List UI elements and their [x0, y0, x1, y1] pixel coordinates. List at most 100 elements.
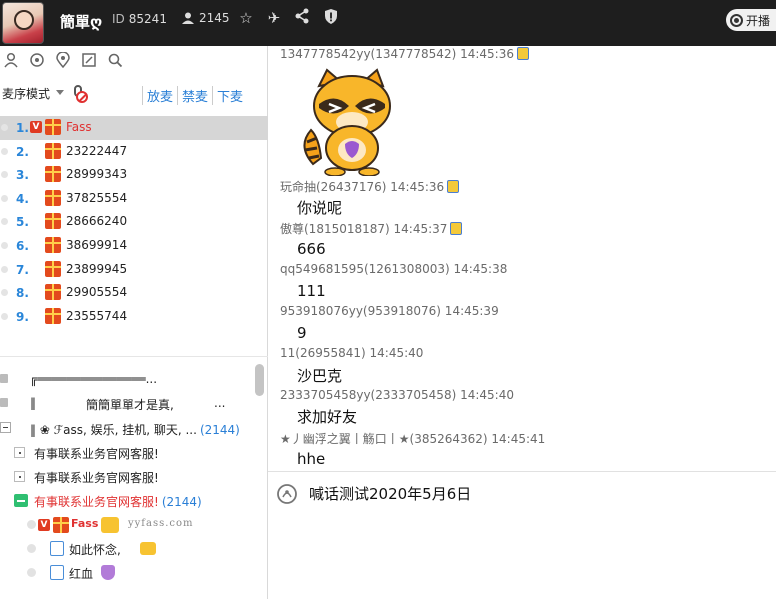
gift-icon — [45, 307, 61, 324]
chat-sender[interactable]: 傲尊(1815018187) 14:45:37 — [280, 222, 447, 236]
mic-mode-bar: 麦序模式 放麦 禁麦 下麦 — [0, 82, 268, 106]
channel-row[interactable]: ‖ ❀ ℱass, 娱乐, 挂机, 聊天, ... (2144) — [0, 417, 255, 441]
chat-input-area[interactable] — [270, 517, 776, 599]
gift-icon — [45, 284, 61, 301]
chat-sender[interactable]: 1347778542yy(1347778542) 14:45:36 — [280, 47, 514, 61]
edit-board-icon[interactable] — [80, 52, 97, 69]
status-dot — [1, 312, 8, 320]
sub-channel-row-active[interactable]: 有事联系业务官网客服! (2144) — [0, 489, 255, 513]
avatar[interactable] — [2, 2, 44, 44]
chat-message-header: 953918076yy(953918076) 14:45:39 — [280, 304, 499, 318]
refresh-icon[interactable] — [28, 52, 45, 69]
member-name: Fass — [71, 517, 99, 530]
queue-number: 7. — [16, 262, 29, 277]
queue-item[interactable]: 5. 28666240 — [0, 210, 268, 234]
queue-user-name: 37825554 — [66, 190, 128, 205]
channel-count: (2144) — [199, 423, 240, 437]
queue-item[interactable]: 9. 23555744 — [0, 305, 268, 329]
sub-channel-name: 有事联系业务官网客服! — [34, 447, 159, 461]
queue-user-name: 28999343 — [66, 167, 128, 182]
chat-message-header: ★丿幽浮之翼丨觞口丨★(385264362) 14:45:41 — [280, 430, 545, 447]
mic-queue: 1. V Fass 2. 23222447 3. 28999343 4. 378… — [0, 116, 268, 328]
sub-channel-row[interactable]: 有事联系业务官网客服! — [0, 465, 255, 489]
chat-sender[interactable]: qq549681595(1261308003) 14:45:38 — [280, 262, 507, 276]
badge-icon — [447, 180, 460, 193]
collapse-icon[interactable] — [0, 422, 11, 433]
chat-message-body: 沙巴克 — [297, 367, 343, 385]
queue-user-name: 28666240 — [66, 214, 128, 229]
status-dot — [1, 289, 8, 297]
shout-message: 喊话测试2020年5月6日 — [309, 485, 472, 503]
leave-mic-link[interactable]: 下麦 — [212, 86, 247, 105]
queue-item[interactable]: 6. 38699914 — [0, 234, 268, 258]
lock-icon — [0, 398, 8, 407]
airplane-icon[interactable]: ✈ — [264, 8, 284, 28]
chat-sender[interactable]: ★丿幽浮之翼丨觞口丨★(385264362) 14:45:41 — [280, 432, 545, 446]
chat-message-body: 9 — [297, 324, 307, 342]
chat-area: 1347778542yy(1347778542) 14:45:36 玩命抽(26… — [270, 46, 776, 471]
member-row[interactable]: V Fass yyfass.com — [0, 513, 255, 537]
chat-sender[interactable]: 玩命抽(26437176) 14:45:36 — [280, 180, 444, 194]
queue-item[interactable]: 4. 37825554 — [0, 187, 268, 211]
badge-icon — [516, 47, 529, 60]
queue-user-name: 23555744 — [66, 308, 128, 323]
queue-number: 1. — [16, 121, 29, 135]
queue-item[interactable]: 3. 28999343 — [0, 163, 268, 187]
queue-user-name: 38699914 — [66, 237, 128, 252]
channel-row[interactable]: ╔═══════════════... — [0, 368, 255, 392]
sub-channel-row[interactable]: 有事联系业务官网客服! — [0, 441, 255, 465]
chat-message-body: 666 — [297, 240, 326, 258]
shield-icon[interactable] — [321, 8, 341, 28]
channel-row[interactable]: ‖ 簡簡單單才是真, ... — [0, 392, 255, 416]
chat-sender[interactable]: 2333705458yy(2333705458) 14:45:40 — [280, 388, 514, 402]
queue-item[interactable]: 2. 23222447 — [0, 140, 268, 164]
channel-tree: ╔═══════════════... ‖ 簡簡單單才是真, ... ‖ ❀ ℱ… — [0, 366, 268, 599]
crown-icon — [140, 542, 156, 555]
chat-sender[interactable]: 953918076yy(953918076) 14:45:39 — [280, 304, 499, 318]
queue-item[interactable]: 8. 29905554 — [0, 281, 268, 305]
chat-message-body: 求加好友 — [297, 408, 358, 426]
collapse-icon[interactable] — [14, 494, 28, 507]
start-broadcast-label: 开播 — [746, 13, 771, 28]
member-signature: yyfass.com — [128, 518, 194, 529]
gift-icon — [45, 260, 61, 277]
users-icon[interactable] — [2, 52, 19, 69]
queue-number: 5. — [16, 215, 29, 230]
star-icon[interactable]: ☆ — [236, 8, 256, 28]
chat-message-header: qq549681595(1261308003) 14:45:38 — [280, 262, 507, 276]
mic-off-icon[interactable] — [71, 85, 88, 103]
chat-sender[interactable]: 11(26955841) 14:45:40 — [280, 346, 423, 360]
release-mic-link[interactable]: 放麦 — [142, 86, 177, 105]
location-icon[interactable] — [54, 51, 71, 69]
status-dot — [1, 194, 8, 202]
queue-number: 4. — [16, 191, 29, 206]
crown-icon — [101, 517, 119, 533]
chevron-down-icon[interactable] — [56, 90, 64, 95]
status-dot — [1, 171, 8, 179]
channel-name-prefix: ‖ — [30, 396, 36, 410]
gift-icon — [53, 517, 69, 533]
share-icon[interactable] — [292, 8, 312, 28]
sub-channel-title: 有事联系业务官网客服! — [34, 495, 159, 509]
mic-actions: 放麦 禁麦 下麦 — [142, 86, 247, 105]
mic-mode-dropdown[interactable]: 麦序模式 — [2, 85, 50, 102]
queue-item[interactable]: 1. V Fass — [0, 116, 268, 140]
queue-user-name: 23899945 — [66, 261, 128, 276]
shout-bar: 喊话测试2020年5月6日 — [270, 473, 776, 517]
status-dot — [1, 265, 8, 273]
queue-item[interactable]: 7. 23899945 — [0, 258, 268, 282]
channel-name: 簡單ღ — [60, 13, 103, 31]
queue-user-name: Fass — [66, 120, 92, 134]
member-row[interactable]: 如此怀念, — [0, 537, 255, 561]
queue-number: 3. — [16, 168, 29, 183]
gift-icon — [45, 189, 61, 206]
broadcast-icon — [730, 13, 743, 27]
badge-icon — [450, 222, 463, 235]
start-broadcast-button[interactable]: 开播 — [726, 9, 776, 31]
member-count: 2145 — [182, 11, 230, 25]
chat-message-header: 傲尊(1815018187) 14:45:37 — [280, 220, 463, 237]
channel-id: ID 85241 — [112, 12, 167, 26]
search-icon[interactable] — [106, 52, 123, 69]
member-row[interactable]: 红血 — [0, 561, 255, 585]
ban-mic-link[interactable]: 禁麦 — [177, 86, 212, 105]
